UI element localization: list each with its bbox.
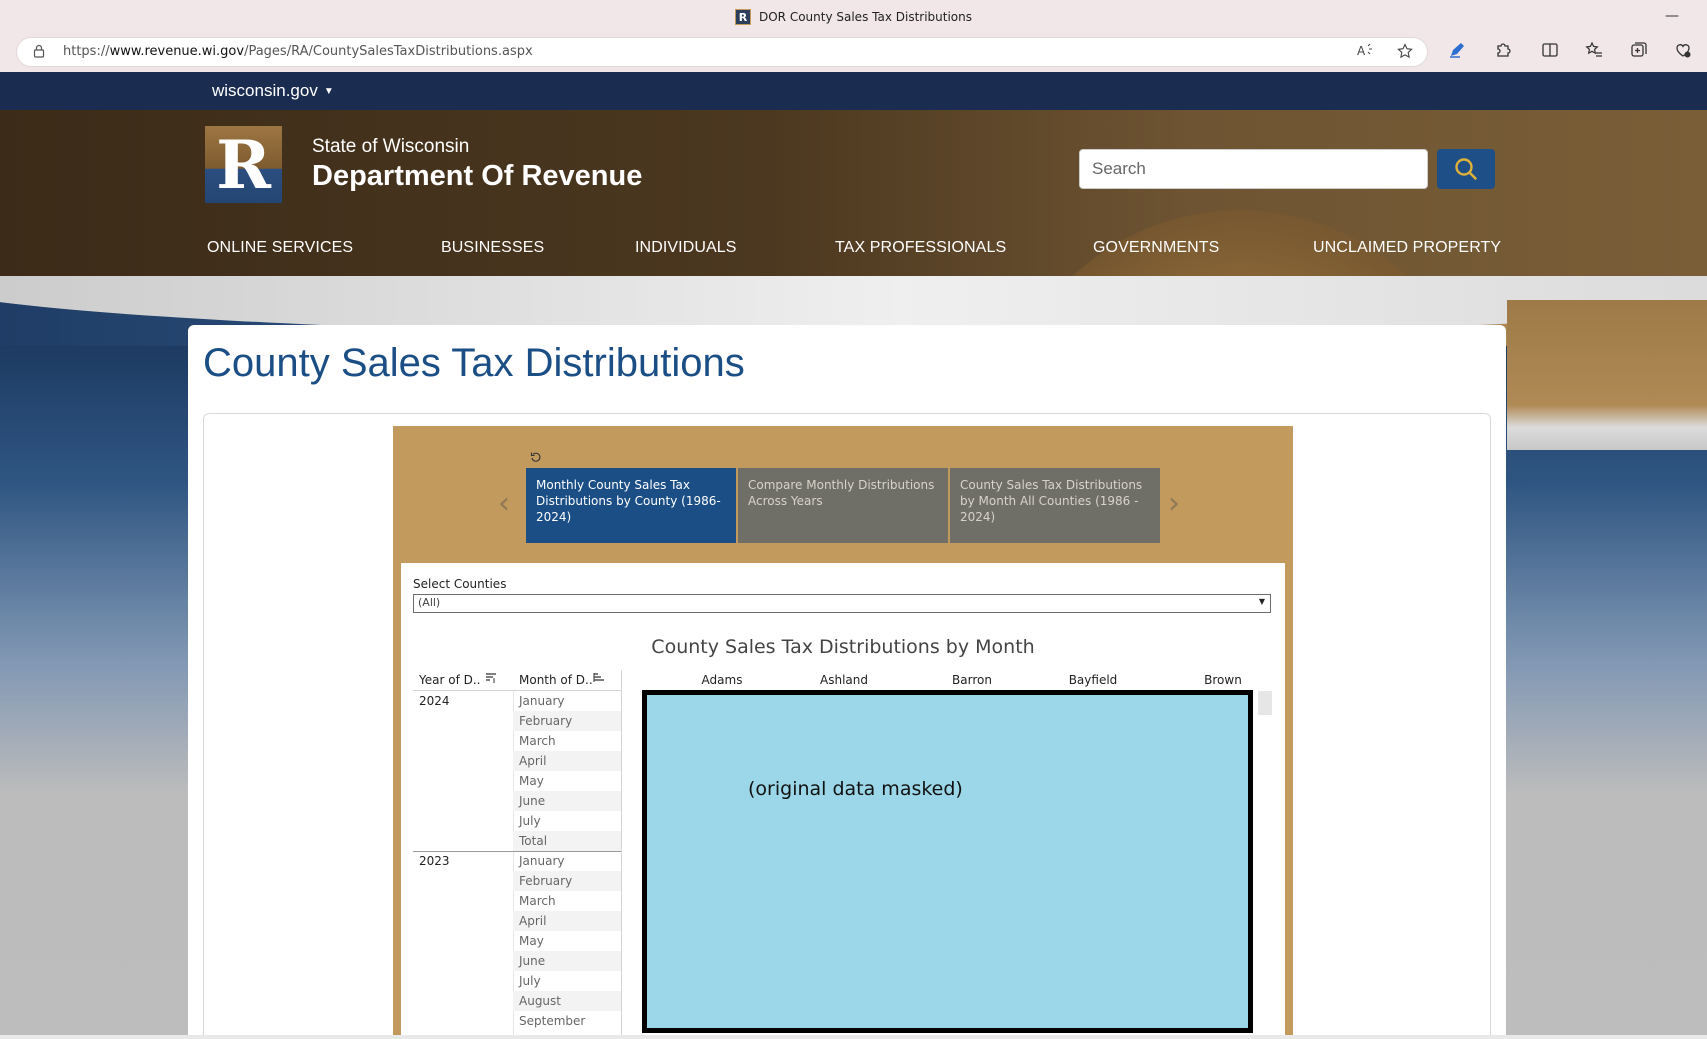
site-favicon-icon: R — [734, 9, 751, 25]
search-icon — [1455, 158, 1477, 180]
extensions-puzzle-icon[interactable] — [1494, 41, 1512, 63]
nav-businesses[interactable]: BUSINESSES — [441, 239, 544, 257]
lock-icon[interactable] — [33, 44, 45, 62]
browser-title-bar: R DOR County Sales Tax Distributions — — [0, 0, 1707, 34]
next-tab-arrow-icon[interactable]: › — [1168, 486, 1180, 521]
sort-year-icon[interactable] — [485, 673, 497, 686]
month-row[interactable]: February — [513, 711, 621, 731]
year-label-2024[interactable]: 2024 — [419, 694, 450, 708]
browser-toolbar: https://www.revenue.wi.gov/Pages/RA/Coun… — [0, 34, 1707, 72]
column-header-barron[interactable]: Barron — [922, 673, 1022, 687]
tab-monthly-by-county[interactable]: Monthly County Sales Tax Distributions b… — [526, 468, 736, 543]
previous-tab-arrow-icon[interactable]: ‹ — [498, 486, 510, 521]
split-screen-icon[interactable] — [1541, 41, 1559, 63]
month-row[interactable]: July — [513, 971, 621, 991]
column-header-adams[interactable]: Adams — [672, 673, 772, 687]
month-row[interactable]: March — [513, 731, 621, 751]
nav-unclaimed-property[interactable]: UNCLAIMED PROPERTY — [1313, 239, 1501, 257]
month-row[interactable]: June — [513, 791, 621, 811]
filter-label: Select Counties — [413, 577, 507, 591]
column-header-brown[interactable]: Brown — [1173, 673, 1273, 687]
month-row[interactable]: April — [513, 911, 621, 931]
page-title: County Sales Tax Distributions — [203, 341, 745, 385]
window-bottom-edge — [0, 1035, 1707, 1039]
dor-logo[interactable]: R — [205, 126, 282, 204]
tab-compare-monthly[interactable]: Compare Monthly Distributions Across Yea… — [738, 468, 948, 543]
favorite-star-icon[interactable] — [1397, 43, 1413, 63]
row-header-year[interactable]: Year of D.. — [419, 673, 480, 687]
favorites-list-icon[interactable] — [1585, 41, 1603, 63]
masked-data-region — [642, 690, 1253, 1033]
month-row[interactable]: April — [513, 751, 621, 771]
brand-department-name[interactable]: Department Of Revenue — [312, 160, 642, 193]
month-row[interactable]: May — [513, 931, 621, 951]
main-navigation: ONLINE SERVICES BUSINESSES INDIVIDUALS T… — [0, 228, 1707, 276]
browser-tab-title: DOR County Sales Tax Distributions — [758, 10, 973, 24]
month-row[interactable]: January — [513, 851, 621, 871]
minimize-window-button[interactable]: — — [1665, 8, 1679, 24]
viz-title: County Sales Tax Distributions by Month — [651, 636, 1035, 658]
decorative-right-panel — [1507, 300, 1707, 450]
collections-icon[interactable] — [1630, 41, 1648, 63]
column-header-bayfield[interactable]: Bayfield — [1043, 673, 1143, 687]
month-row[interactable]: June — [513, 951, 621, 971]
nav-online-services[interactable]: ONLINE SERVICES — [207, 239, 353, 257]
column-header-ashland[interactable]: Ashland — [794, 673, 894, 687]
read-aloud-icon[interactable]: A — [1357, 43, 1373, 61]
pen-extension-icon[interactable] — [1448, 41, 1466, 63]
tab-all-counties-by-month[interactable]: County Sales Tax Distributions by Month … — [950, 468, 1160, 543]
month-row[interactable]: January — [513, 691, 621, 711]
row-header-divider — [621, 670, 622, 1035]
address-bar[interactable]: https://www.revenue.wi.gov/Pages/RA/Coun… — [16, 37, 1428, 67]
month-row[interactable]: February — [513, 871, 621, 891]
wisconsin-gov-menu[interactable]: wisconsin.gov ▼ — [212, 81, 334, 101]
sort-month-icon[interactable] — [593, 673, 605, 686]
table-scrollbar[interactable] — [1258, 691, 1272, 715]
svg-text:A: A — [1357, 44, 1366, 57]
search-button[interactable] — [1437, 149, 1495, 189]
caret-down-icon: ▼ — [323, 86, 334, 98]
browser-essentials-icon[interactable] — [1674, 41, 1692, 63]
month-rows: January February March April May June Ju… — [513, 691, 621, 1031]
brand-state-name: State of Wisconsin — [312, 136, 470, 157]
nav-governments[interactable]: GOVERNMENTS — [1093, 239, 1219, 257]
month-row[interactable]: July — [513, 811, 621, 831]
month-row[interactable]: March — [513, 891, 621, 911]
month-row[interactable]: May — [513, 771, 621, 791]
total-row[interactable]: Total — [513, 831, 621, 851]
url-text[interactable]: https://www.revenue.wi.gov/Pages/RA/Coun… — [63, 44, 533, 59]
row-header-month[interactable]: Month of D.. — [519, 673, 593, 687]
revert-icon[interactable] — [530, 451, 542, 466]
masked-data-label: (original data masked) — [748, 778, 963, 800]
nav-tax-professionals[interactable]: TAX PROFESSIONALS — [835, 239, 1006, 257]
year-label-2023[interactable]: 2023 — [419, 854, 450, 868]
filter-selected-value: (All) — [418, 596, 441, 609]
month-row[interactable]: September — [513, 1011, 621, 1031]
wisconsin-gov-bar: wisconsin.gov ▼ — [0, 72, 1707, 110]
county-filter-select[interactable]: (All) ▼ — [413, 594, 1271, 613]
nav-individuals[interactable]: INDIVIDUALS — [635, 239, 737, 257]
search-input[interactable] — [1079, 149, 1428, 189]
dropdown-arrow-icon[interactable]: ▼ — [1259, 597, 1265, 606]
month-row[interactable]: August — [513, 991, 621, 1011]
